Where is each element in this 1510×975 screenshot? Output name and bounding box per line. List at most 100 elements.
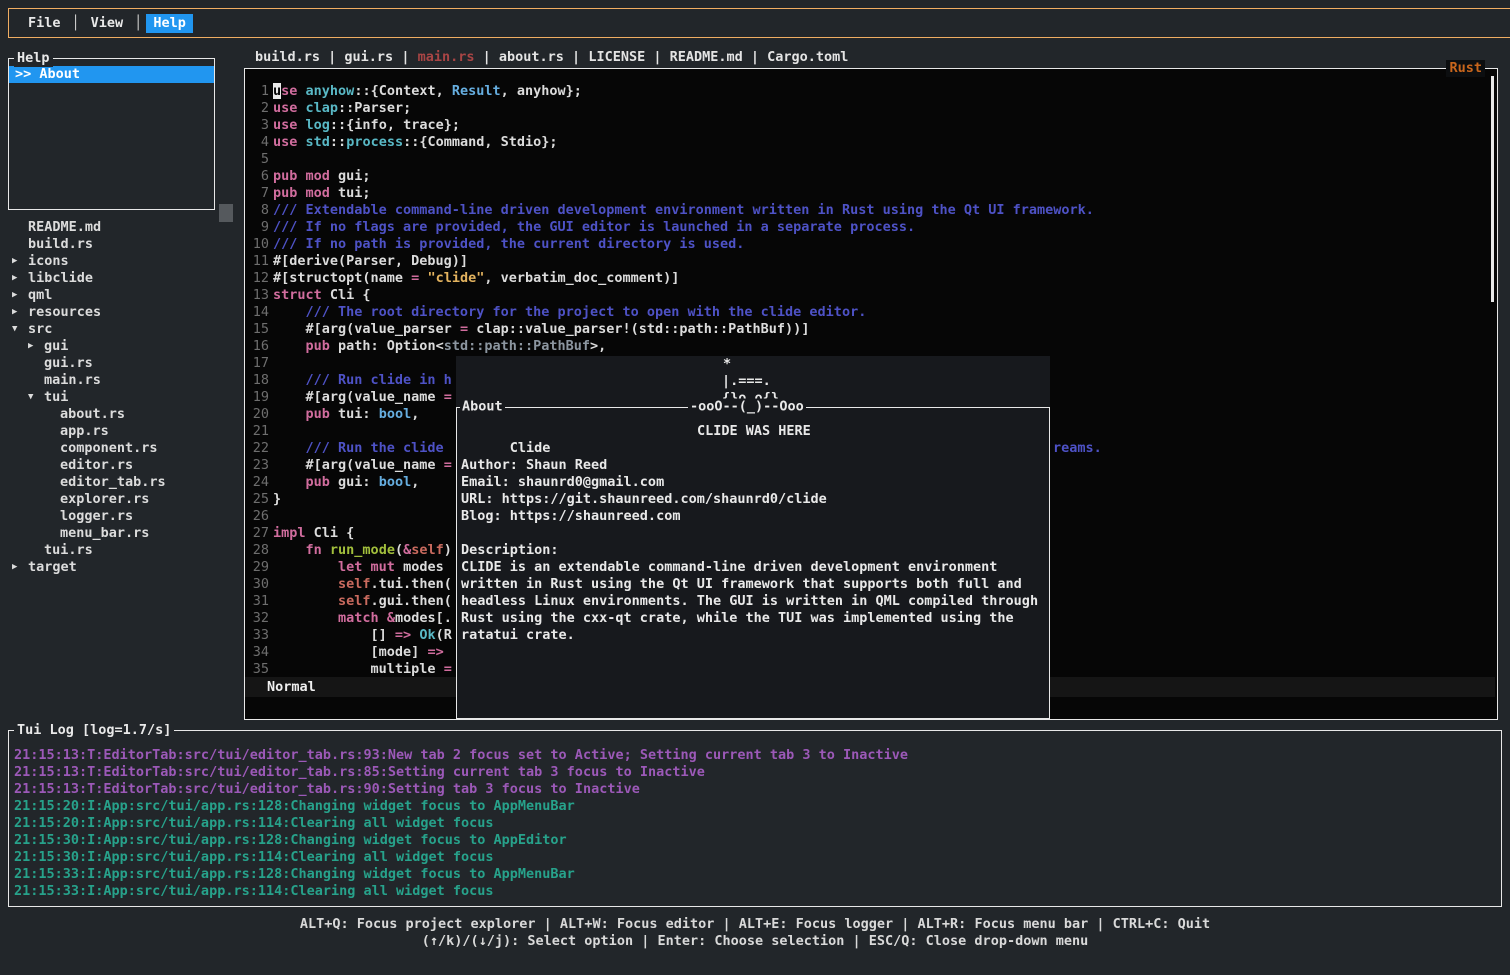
line-number: 18 (252, 372, 269, 389)
tree-item-qml[interactable]: ▶qml (0, 287, 240, 304)
code-line: 12#[structopt(name = "clide", verbatim_d… (252, 270, 1483, 287)
log-entries: 21:15:13:T:EditorTab:src/tui/editor_tab.… (14, 747, 1497, 900)
about-text-line: headless Linux environments. The GUI is … (461, 593, 1046, 610)
about-text-line: Email: shaunrd0@gmail.com (461, 474, 1046, 491)
ascii-art-line: |.===. (722, 373, 771, 390)
about-text-line: written in Rust using the Qt UI framewor… (461, 576, 1046, 593)
tab-cargo-toml[interactable]: Cargo.toml (767, 49, 848, 66)
app-tagline: CLIDE WAS HERE (697, 423, 811, 440)
line-number: 12 (252, 270, 269, 287)
chevron-right-icon: ▶ (12, 253, 28, 270)
log-panel-title: Tui Log [log=1.7/s] (14, 722, 174, 739)
line-number: 8 (252, 202, 269, 219)
line-number: 10 (252, 236, 269, 253)
line-number: 26 (252, 508, 269, 525)
tab-separator: | (564, 49, 588, 66)
line-number: 35 (252, 661, 269, 678)
code-line: 8/// Extendable command-line driven deve… (252, 202, 1483, 219)
tree-item-tui[interactable]: ▼tui (0, 389, 240, 406)
log-panel: Tui Log [log=1.7/s] 21:15:13:T:EditorTab… (8, 730, 1502, 907)
tree-item-readme-md[interactable]: README.md (0, 219, 240, 236)
tree-item-editor-tab-rs[interactable]: editor_tab.rs (0, 474, 240, 491)
line-number: 21 (252, 423, 269, 440)
tree-item-app-rs[interactable]: app.rs (0, 423, 240, 440)
explorer-scrollbar-thumb[interactable] (219, 204, 233, 222)
line-number: 17 (252, 355, 269, 372)
app-name: Clide (510, 440, 551, 456)
tab-gui-rs[interactable]: gui.rs (344, 49, 393, 66)
tree-item-label: libclide (28, 270, 93, 287)
tree-item-editor-rs[interactable]: editor.rs (0, 457, 240, 474)
tab-main-rs[interactable]: main.rs (418, 49, 475, 66)
tree-item-resources[interactable]: ▶resources (0, 304, 240, 321)
chevron-right-icon: ▶ (12, 304, 28, 321)
tree-item-gui-rs[interactable]: gui.rs (0, 355, 240, 372)
tree-item-tui-rs[interactable]: tui.rs (0, 542, 240, 559)
line-number: 1 (252, 83, 269, 100)
code-line: 16 pub path: Option<std::path::PathBuf>, (252, 338, 1483, 355)
line-number: 3 (252, 117, 269, 134)
line-number: 9 (252, 219, 269, 236)
tree-item-target[interactable]: ▶target (0, 559, 240, 576)
tree-item-label: editor_tab.rs (60, 474, 166, 491)
editor-scrollbar-thumb[interactable] (1491, 76, 1494, 302)
code-line: 5 (252, 151, 1483, 168)
code-line: 6pub mod gui; (252, 168, 1483, 185)
tab-build-rs[interactable]: build.rs (255, 49, 320, 66)
tree-item-label: logger.rs (60, 508, 133, 525)
about-popup-content: Clide CLIDE WAS HERE Author: Shaun ReedE… (461, 423, 1046, 644)
line-number: 7 (252, 185, 269, 202)
code-line: 7pub mod tui; (252, 185, 1483, 202)
tree-item-src[interactable]: ▼src (0, 321, 240, 338)
tree-item-component-rs[interactable]: component.rs (0, 440, 240, 457)
tree-item-label: build.rs (28, 236, 93, 253)
about-text-line: CLIDE is an extendable command-line driv… (461, 559, 1046, 576)
menu-item-help[interactable]: Help (146, 14, 193, 33)
tree-item-explorer-rs[interactable]: explorer.rs (0, 491, 240, 508)
about-popup-title: About (460, 399, 505, 416)
tree-item-gui[interactable]: ▶gui (0, 338, 240, 355)
about-popup: *|.===.{}o o{} About -ooO--(_)--Ooo Clid… (456, 356, 1050, 719)
about-text-line (461, 525, 1046, 542)
tree-item-label: editor.rs (60, 457, 133, 474)
tree-item-icons[interactable]: ▶icons (0, 253, 240, 270)
line-number: 22 (252, 440, 269, 457)
line-number: 13 (252, 287, 269, 304)
menu-separator: │ (134, 15, 142, 32)
tree-item-label: README.md (28, 219, 101, 236)
tree-item-label: tui.rs (44, 542, 93, 559)
code-line: 10/// If no path is provided, the curren… (252, 236, 1483, 253)
line-number: 4 (252, 134, 269, 151)
code-line: 15 #[arg(value_parser = clap::value_pars… (252, 321, 1483, 338)
line-number: 19 (252, 389, 269, 406)
log-entry: 21:15:13:T:EditorTab:src/tui/editor_tab.… (14, 764, 1497, 781)
tree-item-menu-bar-rs[interactable]: menu_bar.rs (0, 525, 240, 542)
cursor: u (273, 83, 281, 99)
helpbar-shortcuts-line2: (↑/k)/(↓/j): Select option | Enter: Choo… (0, 933, 1510, 950)
tab-about-rs[interactable]: about.rs (499, 49, 564, 66)
chevron-right-icon: ▶ (12, 270, 28, 287)
code-line: 3use log::{info, trace}; (252, 117, 1483, 134)
tree-item-logger-rs[interactable]: logger.rs (0, 508, 240, 525)
dropdown-item-about[interactable]: >> About (9, 66, 214, 83)
tab-license[interactable]: LICENSE (588, 49, 645, 66)
tree-item-label: resources (28, 304, 101, 321)
code-line: 2use clap::Parser; (252, 100, 1483, 117)
line-number: 28 (252, 542, 269, 559)
tree-item-about-rs[interactable]: about.rs (0, 406, 240, 423)
line-number: 20 (252, 406, 269, 423)
log-entry: 21:15:20:I:App:src/tui/app.rs:128:Changi… (14, 798, 1497, 815)
tab-readme-md[interactable]: README.md (670, 49, 743, 66)
tree-item-label: component.rs (60, 440, 158, 457)
tree-item-build-rs[interactable]: build.rs (0, 236, 240, 253)
log-entry: 21:15:13:T:EditorTab:src/tui/editor_tab.… (14, 781, 1497, 798)
about-text-line: Blog: https://shaunreed.com (461, 508, 1046, 525)
tree-item-label: icons (28, 253, 69, 270)
menu-item-view[interactable]: View (84, 14, 131, 33)
menu-item-file[interactable]: File (21, 14, 68, 33)
chevron-down-icon: ▼ (28, 389, 44, 406)
tree-item-main-rs[interactable]: main.rs (0, 372, 240, 389)
tree-item-label: main.rs (44, 372, 101, 389)
tree-item-label: target (28, 559, 77, 576)
tree-item-libclide[interactable]: ▶libclide (0, 270, 240, 287)
